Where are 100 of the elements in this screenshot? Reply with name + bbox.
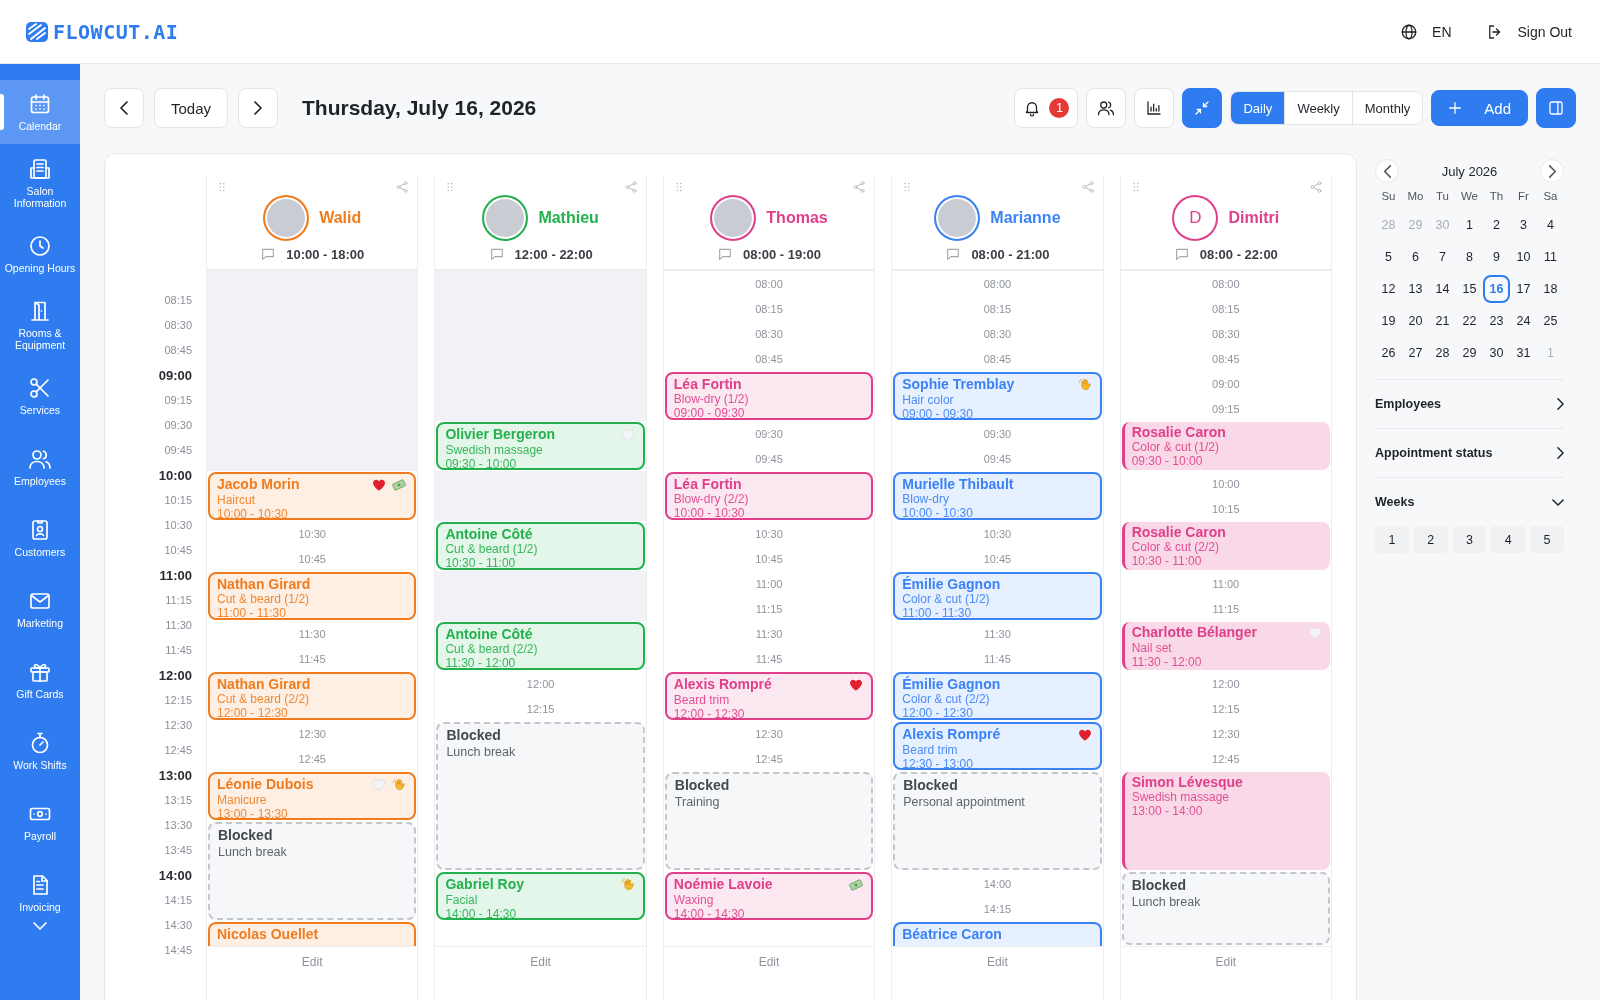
edit-link[interactable]: Edit bbox=[530, 954, 551, 969]
appointment-card[interactable]: Alexis Rompré Beard trim 12:30 - 13:00 bbox=[893, 722, 1102, 770]
next-month-button[interactable] bbox=[1540, 159, 1564, 183]
appointment-card[interactable]: Sophie Tremblay Hair color 09:00 - 09:30 bbox=[893, 372, 1102, 420]
nav-item[interactable]: Invoicing bbox=[0, 861, 80, 925]
calendar-day[interactable]: 13 bbox=[1402, 275, 1429, 303]
calendar-day[interactable]: 17 bbox=[1510, 275, 1537, 303]
appointment-card[interactable]: Olivier Bergeron Swedish massage 09:30 - 10:00 bbox=[436, 422, 645, 470]
calendar-day[interactable]: 30 bbox=[1429, 211, 1456, 239]
calendar-day[interactable]: 31 bbox=[1510, 339, 1537, 367]
calendar-day[interactable]: 27 bbox=[1402, 339, 1429, 367]
notifications-button[interactable]: 1 bbox=[1014, 88, 1079, 128]
nav-item[interactable]: Employees bbox=[0, 435, 80, 499]
appointment-card[interactable]: Antoine Côté Cut & beard (2/2) 11:30 - 12:00 bbox=[436, 622, 645, 670]
calendar-day[interactable]: 10 bbox=[1510, 243, 1537, 271]
calendar-day[interactable]: 16 bbox=[1483, 275, 1510, 303]
nav-item[interactable]: Opening Hours bbox=[0, 222, 80, 286]
next-button[interactable] bbox=[238, 88, 279, 128]
appointment-card[interactable]: Léa Fortin Blow-dry (2/2) 10:00 - 10:30 bbox=[664, 472, 874, 520]
calendar-day[interactable]: 7 bbox=[1429, 243, 1456, 271]
calendar-day[interactable]: 29 bbox=[1456, 339, 1483, 367]
side-panel-button[interactable] bbox=[1536, 88, 1576, 128]
calendar-day[interactable]: 22 bbox=[1456, 307, 1483, 335]
appointment-card[interactable]: Léa Fortin Blow-dry (1/2) 09:00 - 09:30 bbox=[664, 372, 874, 420]
nav-item[interactable]: Gift Cards bbox=[0, 648, 80, 712]
view-tab[interactable]: Monthly bbox=[1351, 92, 1423, 124]
calendar-day[interactable]: 26 bbox=[1375, 339, 1402, 367]
previous-button[interactable] bbox=[104, 88, 144, 128]
nav-item[interactable]: Customers bbox=[0, 506, 80, 570]
appointment-card[interactable]: Nathan Girard Cut & beard (1/2) 11:00 - 11:30 bbox=[208, 572, 417, 620]
week-button[interactable]: 1 bbox=[1375, 526, 1409, 553]
calendar-day[interactable]: 12 bbox=[1375, 275, 1402, 303]
appointment-card[interactable]: Alexis Rompré Beard trim 12:00 - 12:30 bbox=[664, 672, 874, 720]
calendar-day[interactable]: 23 bbox=[1483, 307, 1510, 335]
calendar-day[interactable]: 29 bbox=[1402, 211, 1429, 239]
calendar-day[interactable]: 9 bbox=[1483, 243, 1510, 271]
language-button[interactable]: EN bbox=[1396, 18, 1456, 45]
appointment-card[interactable]: Gabriel Roy Facial 14:00 - 14:30 bbox=[436, 872, 645, 920]
calendar-day[interactable]: 5 bbox=[1375, 243, 1402, 271]
calendar-day[interactable]: 11 bbox=[1537, 243, 1564, 271]
appointment-card[interactable]: Jacob Morin Haircut 10:00 - 10:30 bbox=[208, 472, 417, 520]
calendar-day[interactable]: 20 bbox=[1402, 307, 1429, 335]
collapse-button[interactable] bbox=[1182, 88, 1223, 128]
calendar-day[interactable]: 18 bbox=[1537, 275, 1564, 303]
appointment-card[interactable]: Béatrice Caron bbox=[893, 922, 1102, 946]
filter-section-header[interactable]: Employees bbox=[1375, 380, 1564, 428]
view-tab[interactable]: Daily bbox=[1231, 92, 1285, 124]
client-name: Béatrice Caron bbox=[902, 926, 1002, 942]
calendar-day[interactable]: 14 bbox=[1429, 275, 1456, 303]
people-button[interactable] bbox=[1086, 88, 1127, 128]
calendar-day[interactable]: 4 bbox=[1537, 211, 1564, 239]
calendar-day[interactable]: 1 bbox=[1456, 211, 1483, 239]
week-button[interactable]: 3 bbox=[1452, 526, 1487, 553]
edit-link[interactable]: Edit bbox=[758, 954, 780, 969]
appointment-card[interactable]: Nathan Girard Cut & beard (2/2) 12:00 - 12:30 bbox=[208, 672, 417, 720]
today-button[interactable]: Today bbox=[154, 88, 229, 128]
calendar-day[interactable]: 8 bbox=[1456, 243, 1483, 271]
appointment-card[interactable]: Antoine Côté Cut & beard (1/2) 10:30 - 11:00 bbox=[436, 522, 645, 570]
calendar-day[interactable]: 6 bbox=[1402, 243, 1429, 271]
sign-out-button[interactable]: Sign Out bbox=[1481, 18, 1576, 45]
appointment-card[interactable]: Émilie Gagnon Color & cut (2/2) 12:00 - 12:30 bbox=[893, 672, 1102, 720]
calendar-day[interactable]: 15 bbox=[1456, 275, 1483, 303]
chart-button[interactable] bbox=[1134, 88, 1175, 128]
appointment-card[interactable]: Simon Lévesque Swedish massage 13:00 - 14:00 bbox=[1121, 772, 1331, 870]
time-label: 10:45 bbox=[982, 551, 1013, 567]
nav-item[interactable]: Work Shifts bbox=[0, 719, 80, 783]
calendar-day[interactable]: 28 bbox=[1429, 339, 1456, 367]
edit-link[interactable]: Edit bbox=[301, 954, 323, 969]
appointment-card[interactable]: Nicolas Ouellet bbox=[208, 922, 417, 946]
calendar-day[interactable]: 30 bbox=[1483, 339, 1510, 367]
appointment-card[interactable]: Charlotte Bélanger Nail set 11:30 - 12:00 bbox=[1121, 622, 1331, 670]
nav-item[interactable]: Services bbox=[0, 364, 80, 428]
edit-link[interactable]: Edit bbox=[987, 954, 1008, 969]
appointment-card[interactable]: Murielle Thibault Blow-dry 10:00 - 10:30 bbox=[893, 472, 1102, 520]
calendar-day[interactable]: 2 bbox=[1483, 211, 1510, 239]
week-button[interactable]: 2 bbox=[1413, 526, 1448, 553]
nav-item[interactable]: Salon Information bbox=[0, 151, 80, 215]
nav-item[interactable]: Payroll bbox=[0, 790, 80, 854]
week-button[interactable]: 5 bbox=[1530, 526, 1564, 553]
appointment-card[interactable]: Rosalie Caron Color & cut (2/2) 10:30 - 11:00 bbox=[1121, 522, 1331, 570]
filter-section-header[interactable]: Weeks bbox=[1375, 478, 1564, 526]
nav-item[interactable]: Marketing bbox=[0, 577, 80, 641]
nav-item[interactable]: Calendar bbox=[0, 80, 80, 144]
add-button[interactable]: Add bbox=[1431, 90, 1528, 126]
edit-link[interactable]: Edit bbox=[1215, 954, 1237, 969]
appointment-card[interactable]: Léonie Dubois Manicure 13:00 - 13:30 bbox=[208, 772, 417, 820]
nav-item[interactable]: Rooms & Equipment bbox=[0, 293, 80, 357]
appointment-card[interactable]: Rosalie Caron Color & cut (1/2) 09:30 - 10:00 bbox=[1121, 422, 1331, 470]
calendar-day[interactable]: 28 bbox=[1375, 211, 1402, 239]
calendar-day[interactable]: 1 bbox=[1537, 339, 1564, 367]
calendar-day[interactable]: 24 bbox=[1510, 307, 1537, 335]
appointment-card[interactable]: Noémie Lavoie Waxing 14:00 - 14:30 bbox=[664, 872, 874, 920]
filter-section-header[interactable]: Appointment status bbox=[1375, 429, 1564, 477]
calendar-day[interactable]: 25 bbox=[1537, 307, 1564, 335]
calendar-day[interactable]: 19 bbox=[1375, 307, 1402, 335]
calendar-day[interactable]: 3 bbox=[1510, 211, 1537, 239]
appointment-card[interactable]: Émilie Gagnon Color & cut (1/2) 11:00 - 11:30 bbox=[893, 572, 1102, 620]
week-button[interactable]: 4 bbox=[1491, 526, 1526, 553]
previous-month-button[interactable] bbox=[1375, 159, 1399, 183]
calendar-day[interactable]: 21 bbox=[1429, 307, 1456, 335]
